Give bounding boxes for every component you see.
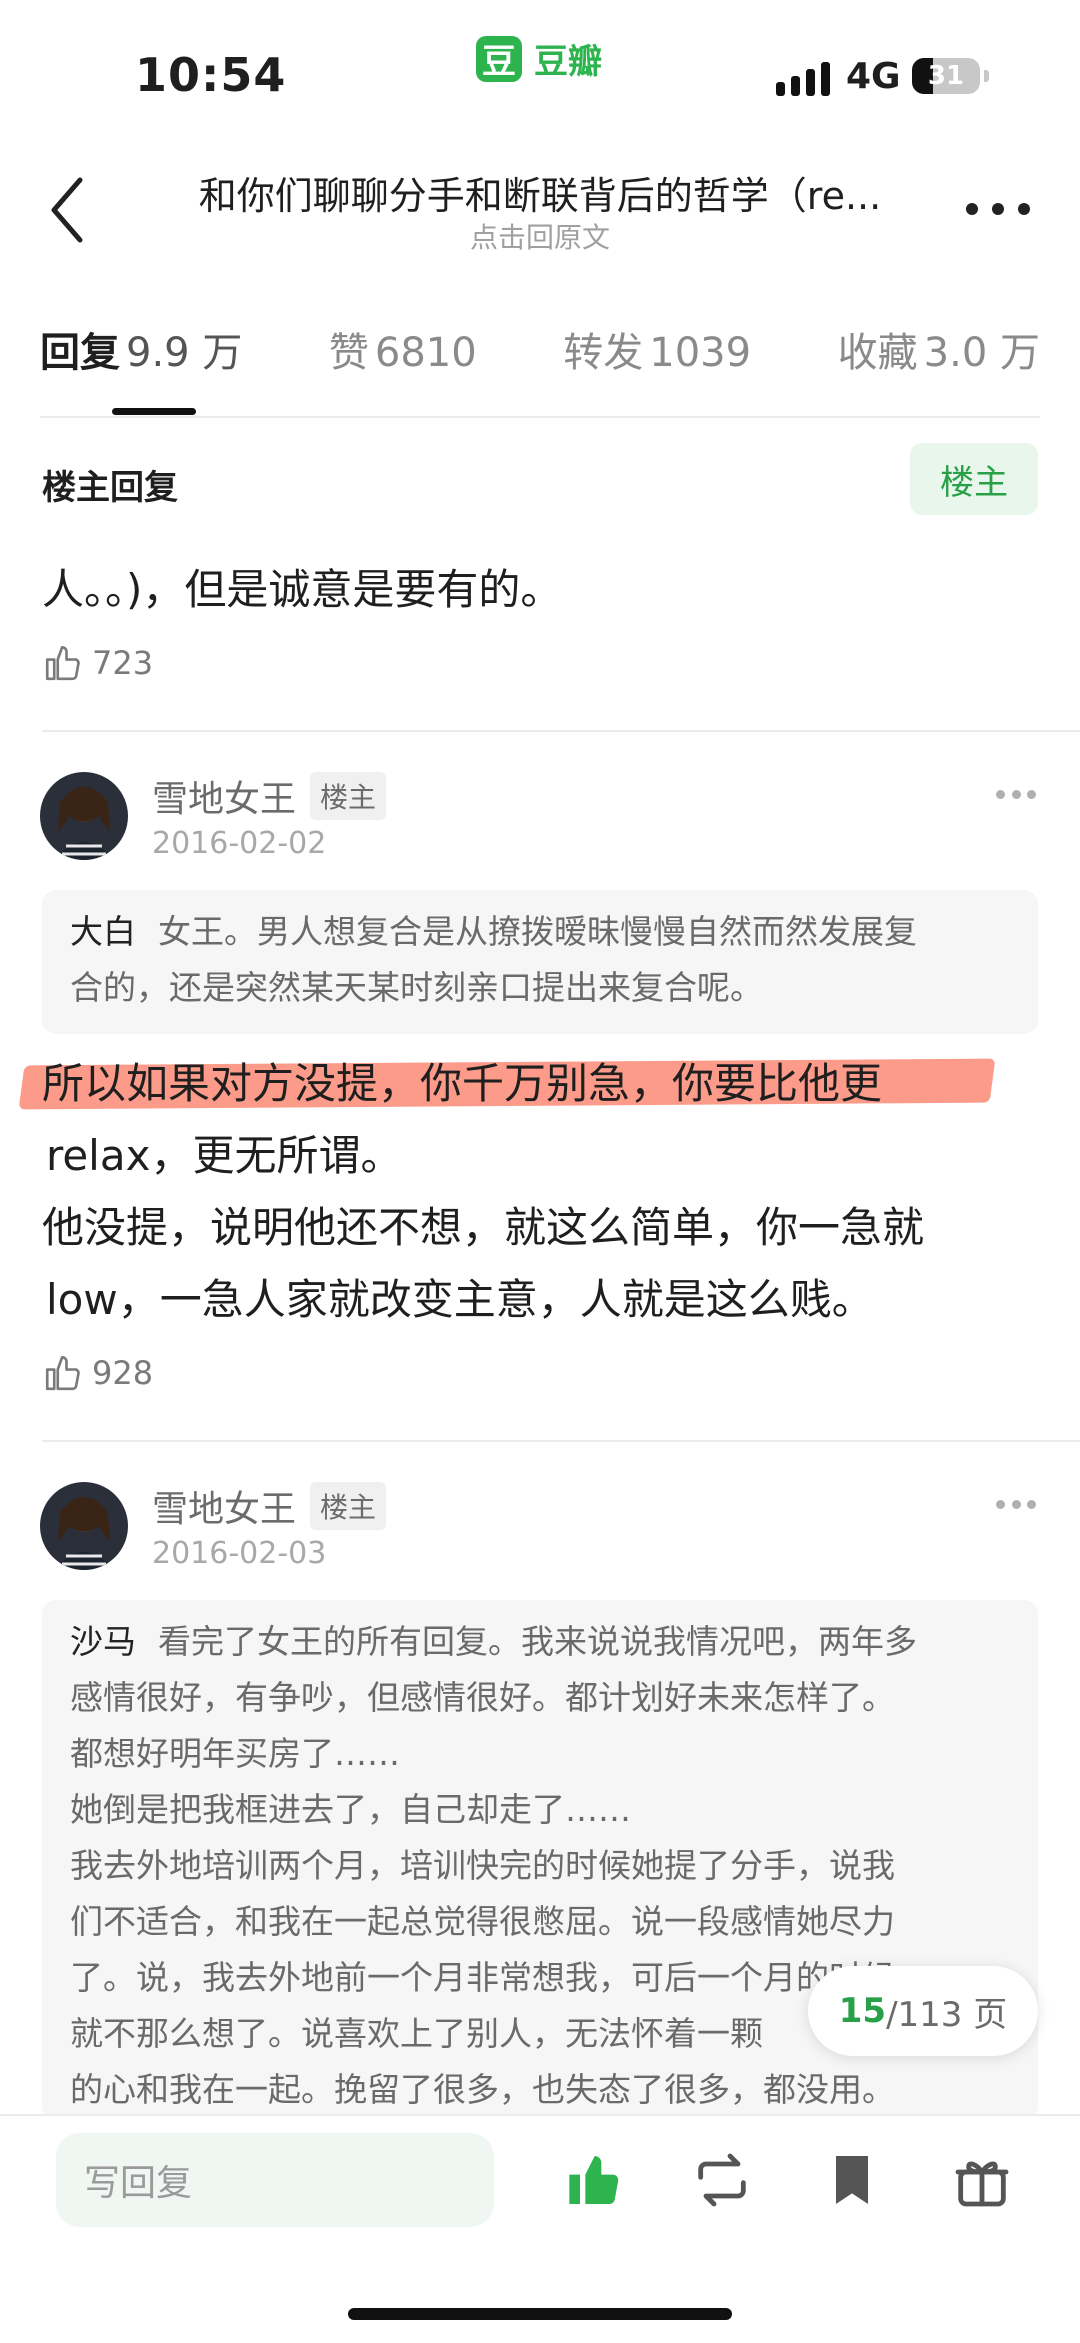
gift-icon[interactable]	[950, 2148, 1014, 2212]
page-title[interactable]: 和你们聊聊分手和断联背后的哲学（re...	[160, 165, 920, 220]
author-name[interactable]: 雪地女王	[152, 770, 296, 822]
tab-label: 赞	[328, 330, 369, 376]
post-divider	[42, 1440, 1080, 1442]
post-line: 所以如果对方没提，你千万别急，你要比他更	[42, 1059, 883, 1108]
author-row: 雪地女王 楼主	[152, 1480, 387, 1532]
post-more-icon[interactable]	[996, 1500, 1036, 1510]
avatar[interactable]	[40, 772, 128, 860]
douban-logo-icon: 豆	[476, 35, 522, 82]
tab-label: 转发	[563, 330, 644, 376]
signal-icon	[776, 62, 830, 96]
like-count: 723	[92, 644, 154, 682]
quote-line: 的心和我在一起。挽留了很多，也失态了很多，都没用。	[70, 2070, 895, 2109]
tab-count: 1039	[649, 330, 752, 376]
active-tab-indicator	[112, 408, 196, 415]
tab-bar: 回复 9.9 万 赞 6810 转发 1039 收藏 3.0 万	[40, 320, 1040, 416]
total-pages: /113 页	[886, 1994, 1008, 2035]
post-divider	[42, 730, 1080, 732]
section-title: 楼主回复	[42, 468, 178, 508]
post-text: 人。。)，但是诚意是要有的。	[42, 565, 563, 614]
quoted-author: 大白	[70, 912, 136, 951]
tab-replies[interactable]: 回复 9.9 万	[40, 320, 242, 400]
post-line: relax，更无所谓。	[46, 1131, 403, 1180]
battery-icon: 31	[912, 58, 980, 94]
back-to-original-link[interactable]: 点击回原文	[160, 216, 920, 256]
tab-collections[interactable]: 收藏 3.0 万	[838, 320, 1040, 400]
reply-input[interactable]: 写回复	[56, 2133, 494, 2227]
op-filter-button[interactable]: 楼主	[910, 443, 1038, 515]
quote-line: 都想好明年买房了……	[70, 1734, 400, 1773]
thumbs-up-filled-icon[interactable]	[564, 2148, 628, 2212]
quote-line: 合的，还是突然某天某时刻亲口提出来复合呢。	[70, 968, 763, 1007]
quoted-reply: 大白 女王。男人想复合是从撩拨暧昧慢慢自然而然发展复 合的，还是突然某天某时刻亲口…	[42, 890, 1038, 1034]
network-type: 4G	[846, 56, 901, 97]
home-indicator	[348, 2308, 732, 2320]
tab-count: 3.0 万	[923, 330, 1040, 376]
tab-label: 回复	[40, 330, 120, 376]
like-button[interactable]: 928	[42, 1352, 153, 1394]
like-button[interactable]: 723	[42, 642, 153, 684]
more-options-icon[interactable]	[966, 196, 1030, 222]
tab-label: 收藏	[837, 330, 918, 376]
tabs-divider	[40, 416, 1040, 418]
quote-line: 她倒是把我框进去了，自己却走了……	[70, 1790, 631, 1829]
page-indicator[interactable]: 15/113 页	[808, 1966, 1038, 2056]
avatar[interactable]	[40, 1482, 128, 1570]
post-line: low，一急人家就改变主意，人就是这么贱。	[46, 1275, 874, 1324]
post-line: 他没提，说明他还不想，就这么简单，你一急就	[42, 1203, 925, 1252]
quote-line: 们不适合，和我在一起总觉得很憋屈。说一段感情她尽力	[70, 1902, 895, 1941]
quote-line: 女王。男人想复合是从撩拨暧昧慢慢自然而然发展复	[158, 912, 917, 951]
post-date: 2016-02-03	[152, 1536, 327, 1571]
author-row: 雪地女王 楼主	[152, 770, 387, 822]
current-page: 15	[838, 1991, 887, 2031]
back-icon[interactable]	[40, 170, 100, 250]
app-badge: 豆 豆瓣	[476, 34, 602, 83]
bookmark-icon[interactable]	[820, 2148, 884, 2212]
quote-line: 我去外地培训两个月，培训快完的时候她提了分手，说我	[70, 1846, 895, 1885]
battery-tip	[984, 70, 989, 82]
tab-reposts[interactable]: 转发 1039	[563, 320, 751, 400]
quote-line: 看完了女王的所有回复。我来说说我情况吧，两年多	[158, 1622, 917, 1661]
status-time: 10:54	[135, 48, 287, 102]
tab-count: 9.9 万	[126, 330, 243, 376]
op-tag: 楼主	[310, 772, 387, 820]
author-name[interactable]: 雪地女王	[152, 1480, 296, 1532]
quoted-author: 沙马	[70, 1622, 136, 1661]
repost-icon[interactable]	[690, 2148, 754, 2212]
like-count: 928	[92, 1354, 154, 1392]
post-more-icon[interactable]	[996, 790, 1036, 800]
thumbs-up-icon	[45, 1355, 80, 1391]
tab-count: 6810	[374, 330, 477, 376]
app-name: 豆瓣	[534, 42, 602, 82]
tab-likes[interactable]: 赞 6810	[329, 320, 477, 400]
op-tag: 楼主	[310, 1482, 387, 1530]
battery-level: 31	[927, 61, 965, 91]
post-date: 2016-02-02	[152, 826, 327, 861]
quote-line: 感情很好，有争吵，但感情很好。都计划好未来怎样了。	[70, 1678, 895, 1717]
thumbs-up-icon	[45, 645, 80, 681]
